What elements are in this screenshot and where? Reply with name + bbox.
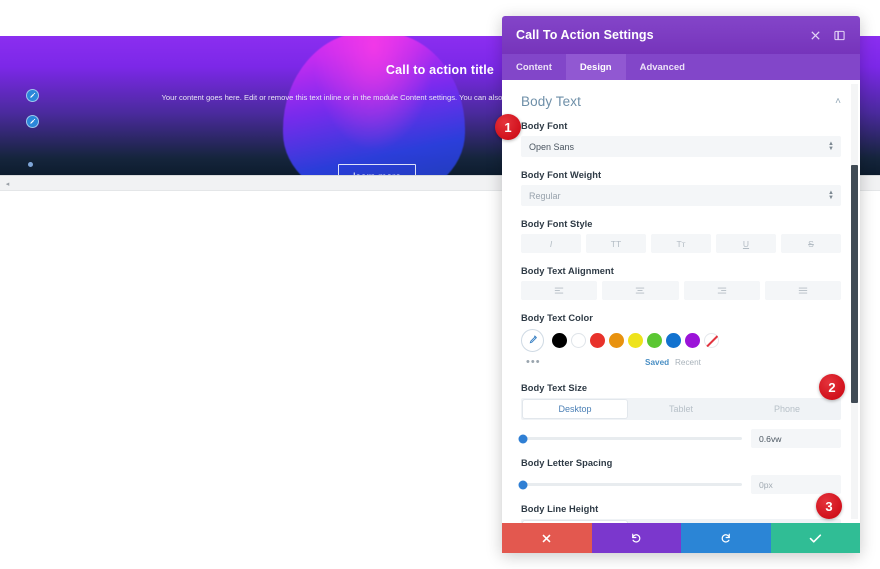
close-icon[interactable]: [804, 24, 826, 46]
field-body-font: Body Font Open Sans ▲ ▼: [521, 121, 841, 157]
swatch-red[interactable]: [590, 333, 605, 348]
pencil-icon[interactable]: [26, 115, 39, 128]
collapse-left-icon[interactable]: ◂: [3, 179, 12, 189]
call-to-action-settings-panel: Call To Action Settings Content Design A…: [502, 16, 860, 553]
device-tab-tablet[interactable]: Tablet: [629, 521, 733, 523]
field-body-font-style: Body Font Style I TT Tᴛ U S: [521, 219, 841, 253]
cancel-button[interactable]: [502, 523, 592, 553]
body-text-alignment-group: [521, 281, 841, 300]
swatch-blue[interactable]: [666, 333, 681, 348]
body-text-size-slider[interactable]: [518, 432, 742, 446]
more-colors-icon[interactable]: •••: [526, 357, 541, 368]
color-meta-row: ••• Saved Recent: [521, 356, 841, 368]
chevron-updown-icon: ▲ ▼: [828, 189, 834, 201]
uppercase-icon[interactable]: TT: [586, 234, 646, 253]
body-letter-spacing-value[interactable]: 0px: [751, 475, 841, 494]
redo-button[interactable]: [681, 523, 771, 553]
swatch-black[interactable]: [552, 333, 567, 348]
eyedropper-icon[interactable]: [521, 329, 544, 352]
align-right-icon[interactable]: [683, 281, 760, 300]
cta-learn-more-button[interactable]: learn more: [338, 164, 416, 175]
italic-icon[interactable]: I: [521, 234, 581, 253]
slider-track: [521, 483, 742, 486]
field-label: Body Text Color: [521, 313, 593, 323]
body-font-weight-value: Regular: [529, 190, 561, 201]
body-letter-spacing-control: 0px: [518, 475, 841, 494]
field-body-letter-spacing: Body Letter Spacing 0px: [518, 458, 841, 494]
panel-tabs: Content Design Advanced: [502, 54, 860, 80]
annotation-badge-3: 3: [816, 493, 842, 519]
field-label: Body Letter Spacing: [521, 458, 613, 468]
swatch-none[interactable]: [704, 333, 719, 348]
body-font-value: Open Sans: [529, 141, 575, 152]
device-tab-desktop[interactable]: Desktop: [523, 521, 627, 523]
underline-icon[interactable]: U: [716, 234, 776, 253]
recent-colors-link[interactable]: Recent: [675, 358, 701, 367]
swatch-yellow[interactable]: [628, 333, 643, 348]
device-tab-phone[interactable]: Phone: [735, 521, 839, 523]
save-button[interactable]: [770, 523, 860, 553]
annotation-badge-1: 1: [495, 114, 521, 140]
body-font-weight-select[interactable]: Regular ▲ ▼: [521, 185, 841, 206]
tab-advanced[interactable]: Advanced: [626, 54, 699, 80]
field-label: Body Font Weight: [521, 170, 602, 180]
body-line-height-device-tabs: Desktop Tablet Phone: [521, 519, 841, 523]
align-justify-icon[interactable]: [764, 281, 841, 300]
body-text-size-value[interactable]: 0.6vw: [751, 429, 841, 448]
field-label: Body Text Alignment: [521, 266, 614, 276]
module-handle-dot[interactable]: [28, 162, 33, 167]
slider-track: [521, 437, 742, 440]
strikethrough-icon[interactable]: S: [781, 234, 841, 253]
panel-title: Call To Action Settings: [516, 28, 654, 42]
body-font-style-group: I TT Tᴛ U S: [521, 234, 841, 253]
body-letter-spacing-slider[interactable]: [518, 478, 742, 492]
swatch-white[interactable]: [571, 333, 586, 348]
undo-button[interactable]: [591, 523, 681, 553]
field-body-text-size: Body Text Size Desktop Tablet Phone 0.6v…: [518, 383, 841, 448]
align-center-icon[interactable]: [602, 281, 679, 300]
field-body-text-alignment: Body Text Alignment: [521, 266, 841, 300]
pencil-icon[interactable]: [26, 89, 39, 102]
swatch-green[interactable]: [647, 333, 662, 348]
field-body-font-weight: Body Font Weight Regular ▲ ▼: [521, 170, 841, 206]
panel-header: Call To Action Settings: [502, 16, 860, 54]
color-swatch-row: [521, 329, 841, 352]
section-title: Body Text: [521, 94, 581, 109]
panel-layout-icon[interactable]: [828, 24, 850, 46]
body-text-size-device-tabs: Desktop Tablet Phone: [521, 398, 841, 420]
device-tab-desktop[interactable]: Desktop: [523, 400, 627, 418]
body-font-select[interactable]: Open Sans ▲ ▼: [521, 136, 841, 157]
saved-colors-link[interactable]: Saved: [645, 358, 669, 367]
panel-footer: [502, 523, 860, 553]
field-body-text-color: Body Text Color ••• Saved Recent: [521, 313, 841, 368]
chevron-up-icon[interactable]: ˄: [835, 96, 841, 107]
field-label: Body Font Style: [521, 219, 593, 229]
device-tab-phone[interactable]: Phone: [735, 400, 839, 418]
annotation-badge-2: 2: [819, 374, 845, 400]
panel-body: Body Text ˄ Body Font Open Sans ▲ ▼ Body …: [502, 80, 860, 523]
chevron-updown-icon: ▲ ▼: [828, 140, 834, 152]
field-body-line-height: Body Line Height Desktop Tablet Phone 2.…: [521, 504, 841, 523]
swatch-purple[interactable]: [685, 333, 700, 348]
field-label: Body Text Size: [521, 383, 588, 393]
swatch-orange[interactable]: [609, 333, 624, 348]
field-label: Body Line Height: [521, 504, 599, 514]
slider-knob[interactable]: [518, 434, 528, 443]
tab-design[interactable]: Design: [565, 54, 626, 80]
slider-knob[interactable]: [518, 480, 528, 489]
body-text-size-control: 0.6vw: [518, 429, 841, 448]
field-label: Body Font: [521, 121, 568, 131]
tab-content[interactable]: Content: [502, 54, 566, 80]
align-left-icon[interactable]: [521, 281, 598, 300]
small-caps-icon[interactable]: Tᴛ: [651, 234, 711, 253]
device-tab-tablet[interactable]: Tablet: [629, 400, 733, 418]
body-text-section-header[interactable]: Body Text ˄: [521, 80, 841, 121]
